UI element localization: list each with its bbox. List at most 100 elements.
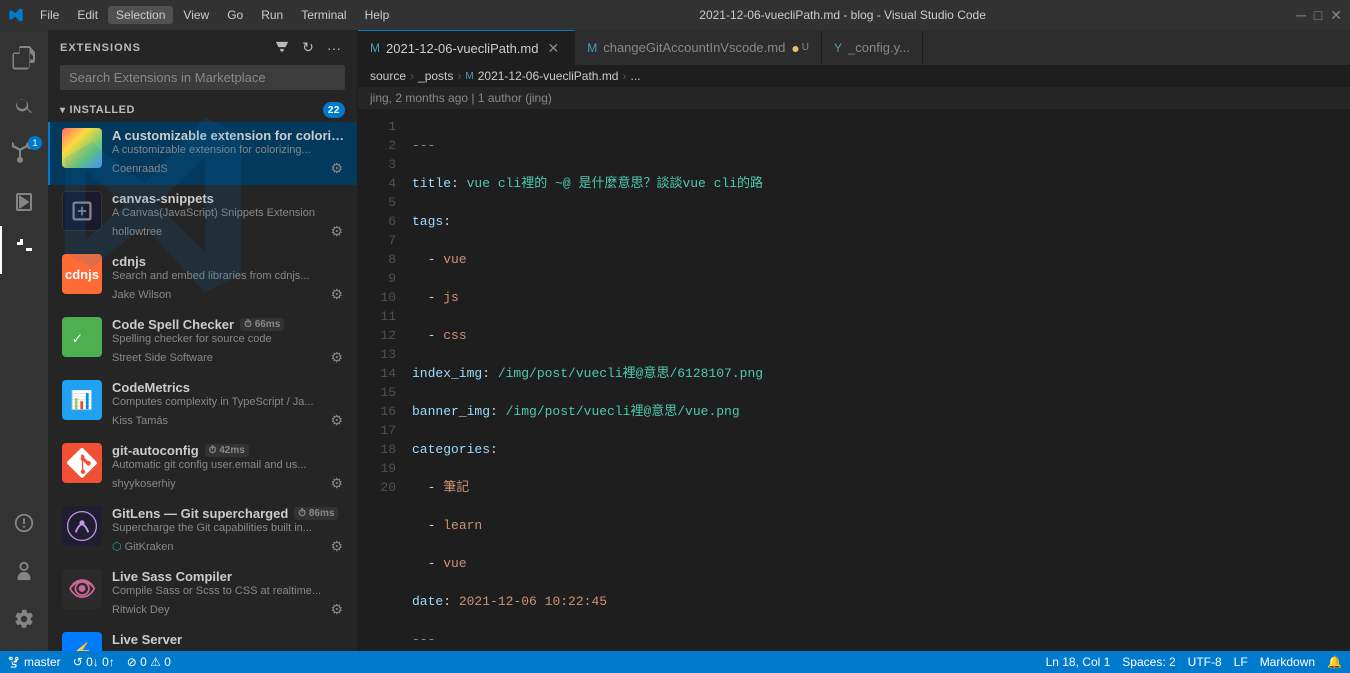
status-spaces[interactable]: Spaces: 2	[1122, 655, 1175, 669]
ext-meta-gitlens: ⬡ GitKraken ⚙	[112, 536, 345, 557]
ext-item-gitlens[interactable]: GitLens — Git supercharged ⏱ 86ms Superc…	[48, 500, 357, 563]
status-sync[interactable]: ↺ 0↓ 0↑	[73, 655, 115, 669]
menu-help[interactable]: Help	[357, 6, 398, 24]
ext-item-live-sass[interactable]: 👁 Live Sass Compiler Compile Sass or Scs…	[48, 563, 357, 626]
activity-bar: 1	[0, 30, 48, 651]
code-line-11: - learn	[412, 516, 1350, 535]
spell-time-badge: ⏱ 66ms	[240, 318, 284, 331]
ext-gear-gitlens[interactable]: ⚙	[328, 536, 345, 557]
ext-gear-live-sass[interactable]: ⚙	[328, 599, 345, 620]
breadcrumb-file[interactable]: 2021-12-06-vuecliPath.md	[478, 69, 619, 83]
more-actions-button[interactable]: ···	[323, 37, 345, 59]
gitlens-time: ⏱ 86ms	[294, 507, 338, 520]
menu-file[interactable]: File	[32, 6, 67, 24]
tab-label-vuecli: 2021-12-06-vuecliPath.md	[386, 41, 538, 56]
ext-info-live-server: Live Server	[112, 632, 345, 647]
code-line-4: - vue	[412, 250, 1350, 269]
ext-item-canvas-snippets[interactable]: canvas-snippets A Canvas(JavaScript) Sni…	[48, 185, 357, 248]
ext-item-cdnjs[interactable]: cdnjs cdnjs Search and embed libraries f…	[48, 248, 357, 311]
menu-view[interactable]: View	[175, 6, 217, 24]
tab-change-git[interactable]: M changeGitAccountInVscode.md ● U	[575, 30, 822, 65]
code-content: --- title: vue cli裡的 ~@ 是什麼意思？談談vue cli的…	[408, 109, 1350, 651]
ext-gear-cdnjs[interactable]: ⚙	[328, 284, 345, 305]
ext-icon-gitlens	[62, 506, 102, 546]
menu-go[interactable]: Go	[219, 6, 251, 24]
code-line-14: ---	[412, 630, 1350, 649]
svg-text:✓: ✓	[72, 328, 82, 347]
maximize-btn[interactable]: □	[1314, 7, 1322, 24]
breadcrumb-posts[interactable]: _posts	[418, 69, 453, 83]
close-btn[interactable]: ✕	[1330, 7, 1342, 24]
ext-info-gitlens: GitLens — Git supercharged ⏱ 86ms Superc…	[112, 506, 345, 557]
git-autoconfig-time: ⏱ 42ms	[205, 444, 249, 457]
status-ln-col[interactable]: Ln 18, Col 1	[1046, 655, 1111, 669]
installed-section-header[interactable]: ▾ INSTALLED 22	[48, 98, 357, 122]
tab-vuecli-path[interactable]: M 2021-12-06-vuecliPath.md ✕	[358, 30, 575, 65]
status-errors[interactable]: ⊘ 0 ⚠ 0	[127, 655, 171, 669]
ext-icon-canvas	[62, 191, 102, 231]
ext-icon-spell: ✓	[62, 317, 102, 357]
tab-config[interactable]: Y _config.y...	[822, 30, 923, 65]
ext-item-codemetrics[interactable]: 📊 CodeMetrics Computes complexity in Typ…	[48, 374, 357, 437]
ext-gear-colorize[interactable]: ⚙	[328, 158, 345, 179]
tab-close-vuecli[interactable]: ✕	[544, 39, 562, 58]
code-line-13: date: 2021-12-06 10:22:45	[412, 592, 1350, 611]
ext-item-git-autoconfig[interactable]: git-autoconfig ⏱ 42ms Automatic git conf…	[48, 437, 357, 500]
activity-icon-settings[interactable]	[0, 595, 48, 643]
ext-info-live-sass: Live Sass Compiler Compile Sass or Scss …	[112, 569, 345, 620]
status-git-branch[interactable]: master	[8, 655, 61, 669]
activity-icon-run[interactable]	[0, 178, 48, 226]
code-line-12: - vue	[412, 554, 1350, 573]
minimize-btn[interactable]: ─	[1296, 7, 1306, 24]
menu-run[interactable]: Run	[253, 6, 291, 24]
ext-name-codemetrics: CodeMetrics	[112, 380, 345, 395]
ext-desc-git-autoconfig: Automatic git config user.email and us..…	[112, 459, 345, 471]
ext-name-canvas: canvas-snippets	[112, 191, 345, 206]
editor-content: 1 2 3 4 5 6 7 8 9 10 11 12 13 14 15 16 1	[358, 109, 1350, 651]
activity-icon-search[interactable]	[0, 82, 48, 130]
search-box[interactable]	[60, 65, 345, 90]
main-layout: 1	[0, 30, 1350, 651]
ext-item-spell-checker[interactable]: ✓ Code Spell Checker ⏱ 66ms Spelling che…	[48, 311, 357, 374]
ext-gear-canvas[interactable]: ⚙	[328, 221, 345, 242]
line-numbers: 1 2 3 4 5 6 7 8 9 10 11 12 13 14 15 16 1	[358, 109, 408, 651]
code-line-9: categories:	[412, 440, 1350, 459]
menu-selection[interactable]: Selection	[108, 6, 173, 24]
activity-icon-remote[interactable]	[0, 499, 48, 547]
status-crlf[interactable]: LF	[1234, 655, 1248, 669]
search-input[interactable]	[69, 70, 336, 85]
ext-item-colorize[interactable]: A customizable extension for colorizing.…	[48, 122, 357, 185]
ext-desc-cdnjs: Search and embed libraries from cdnjs...	[112, 270, 345, 282]
ext-icon-live-sass: 👁	[62, 569, 102, 609]
status-notifications[interactable]: 🔔	[1327, 655, 1342, 669]
status-encoding[interactable]: UTF-8	[1188, 655, 1222, 669]
code-line-5: - js	[412, 288, 1350, 307]
menu-edit[interactable]: Edit	[69, 6, 106, 24]
activity-icon-extensions[interactable]	[0, 226, 48, 274]
editor-scroll[interactable]: 1 2 3 4 5 6 7 8 9 10 11 12 13 14 15 16 1	[358, 109, 1350, 651]
filter-button[interactable]	[271, 37, 293, 59]
ext-item-live-server[interactable]: ⚡ Live Server	[48, 626, 357, 651]
refresh-button[interactable]: ↻	[297, 37, 319, 59]
activity-icon-account[interactable]	[0, 547, 48, 595]
ext-name-gitlens: GitLens — Git supercharged ⏱ 86ms	[112, 506, 345, 521]
ext-meta-git-autoconfig: shyykoserhiy ⚙	[112, 473, 345, 494]
ext-gear-git-autoconfig[interactable]: ⚙	[328, 473, 345, 494]
tab-modified-dot: ●	[791, 40, 799, 56]
menu-terminal[interactable]: Terminal	[293, 6, 354, 24]
code-line-6: - css	[412, 326, 1350, 345]
activity-icon-explorer[interactable]	[0, 34, 48, 82]
ext-author-codemetrics: Kiss Tamás	[112, 415, 168, 427]
status-language[interactable]: Markdown	[1260, 655, 1315, 669]
ext-info-cdnjs: cdnjs Search and embed libraries from cd…	[112, 254, 345, 305]
breadcrumb-sep2: ›	[457, 69, 461, 83]
ext-gear-spell[interactable]: ⚙	[328, 347, 345, 368]
ext-name-spell: Code Spell Checker ⏱ 66ms	[112, 317, 345, 332]
breadcrumb-source[interactable]: source	[370, 69, 406, 83]
ext-name-git-autoconfig: git-autoconfig ⏱ 42ms	[112, 443, 345, 458]
ext-author-git-autoconfig: shyykoserhiy	[112, 478, 176, 490]
breadcrumb-section[interactable]: ...	[630, 69, 640, 83]
activity-icon-source-control[interactable]: 1	[0, 130, 48, 178]
ext-desc-gitlens: Supercharge the Git capabilities built i…	[112, 522, 345, 534]
ext-gear-codemetrics[interactable]: ⚙	[328, 410, 345, 431]
